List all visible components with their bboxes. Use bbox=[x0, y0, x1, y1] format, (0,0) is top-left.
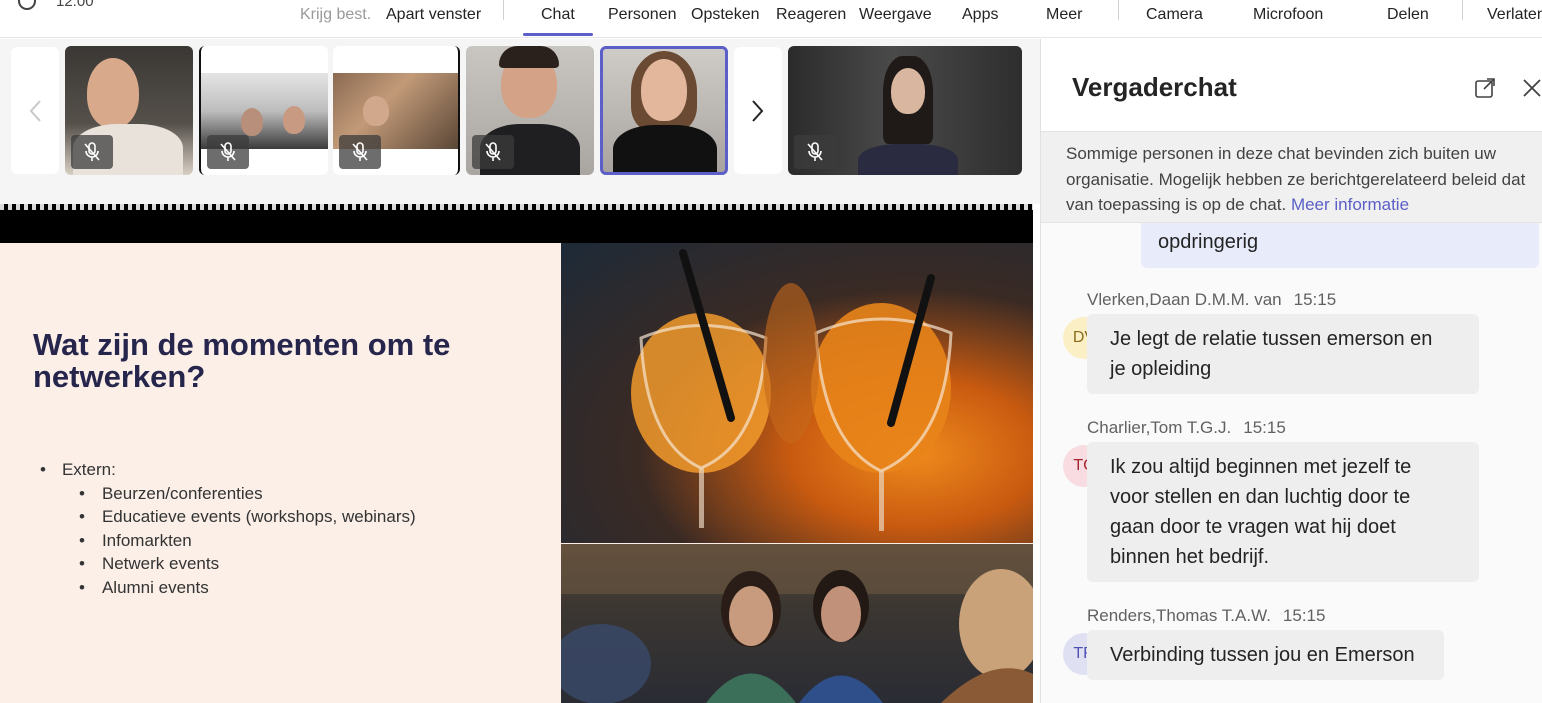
message-line: gaan door te vragen wat hij doet bbox=[1110, 516, 1396, 538]
bullet-item: Netwerk events bbox=[40, 552, 416, 576]
participant-video bbox=[891, 68, 925, 114]
chat-title: Vergaderchat bbox=[1072, 72, 1237, 102]
meeting-toolbar: 12:00 Krijg best. Apart venster Chat Per… bbox=[0, 0, 1542, 38]
slide-photo-drinks bbox=[561, 243, 1033, 543]
chat-header: Vergaderchat bbox=[1041, 39, 1542, 131]
close-chat-button[interactable] bbox=[1520, 76, 1542, 100]
message-line: je opleiding bbox=[1110, 358, 1212, 380]
view-button[interactable]: Weergave bbox=[859, 6, 932, 24]
previous-participants-button[interactable] bbox=[11, 47, 59, 174]
timer-text: 12:00 bbox=[56, 0, 94, 10]
message-line: voor stellen en dan luchtig door te bbox=[1110, 486, 1411, 508]
own-message-bubble[interactable]: opdringerig bbox=[1141, 223, 1539, 268]
toolbar-divider bbox=[1118, 0, 1119, 20]
next-participants-button[interactable] bbox=[734, 47, 782, 174]
separate-window-button[interactable]: Apart venster bbox=[386, 6, 481, 24]
slide-bullet-list: Extern: Beurzen/conferenties Educatieve … bbox=[40, 458, 416, 599]
participant-tile[interactable] bbox=[199, 46, 328, 175]
mic-off-indicator bbox=[794, 135, 836, 169]
apps-button[interactable]: Apps bbox=[962, 6, 998, 24]
participant-video bbox=[87, 58, 139, 128]
participant-tile[interactable] bbox=[788, 46, 1022, 175]
bullet-item: Alumni events bbox=[40, 576, 416, 600]
slide-photo-networking bbox=[561, 544, 1033, 703]
mic-off-icon bbox=[485, 142, 501, 161]
message-line: binnen het bedrijf. bbox=[1110, 546, 1270, 568]
raise-hand-button[interactable]: Opsteken bbox=[691, 6, 759, 24]
close-icon bbox=[1523, 79, 1541, 97]
pop-out-button[interactable] bbox=[1473, 76, 1497, 100]
video-strip bbox=[0, 39, 1040, 204]
people-button[interactable]: Personen bbox=[608, 6, 677, 24]
toolbar-divider bbox=[503, 0, 504, 20]
message-time: 15:15 bbox=[1243, 418, 1286, 437]
microphone-button[interactable]: Microfoon bbox=[1253, 6, 1323, 24]
message-line: Je legt de relatie tussen emerson en bbox=[1110, 328, 1433, 350]
chevron-left-icon bbox=[29, 99, 41, 122]
bullet-item: Infomarkten bbox=[40, 529, 416, 553]
message-line: Ik zou altijd beginnen met jezelf te bbox=[1110, 456, 1412, 478]
bullet-item: Beurzen/conferenties bbox=[40, 482, 416, 506]
more-info-link[interactable]: Meer informatie bbox=[1291, 195, 1409, 214]
participant-tile-active-speaker[interactable] bbox=[600, 46, 728, 175]
sender-name: Vlerken,Daan D.M.M. van bbox=[1087, 290, 1282, 309]
pop-out-icon bbox=[1475, 78, 1495, 98]
mic-off-icon bbox=[807, 142, 823, 161]
meeting-chat-panel: Vergaderchat Sommige personen in deze ch… bbox=[1040, 39, 1542, 703]
mic-off-indicator bbox=[339, 135, 381, 169]
leave-button[interactable]: Verlaten bbox=[1487, 6, 1542, 24]
own-message-text: opdringerig bbox=[1158, 231, 1259, 253]
bullet-item: Educatieve events (workshops, webinars) bbox=[40, 505, 416, 529]
toolbar-divider bbox=[1462, 0, 1463, 20]
sender-name: Charlier,Tom T.G.J. bbox=[1087, 418, 1232, 437]
bullet-heading: Extern: bbox=[40, 458, 416, 482]
participant-tile[interactable] bbox=[466, 46, 594, 175]
more-button[interactable]: Meer bbox=[1046, 6, 1082, 24]
meeting-timer: 12:00 bbox=[18, 0, 94, 10]
external-users-notice: Sommige personen in deze chat bevinden z… bbox=[1041, 131, 1542, 223]
message-bubble[interactable]: Ik zou altijd beginnen met jezelf te voo… bbox=[1087, 442, 1479, 582]
message-header: Charlier,Tom T.G.J. 15:15 bbox=[1087, 418, 1286, 438]
get-best-button[interactable]: Krijg best. bbox=[300, 6, 371, 24]
participant-tile[interactable] bbox=[65, 46, 193, 175]
camera-button[interactable]: Camera bbox=[1146, 6, 1203, 24]
slide-header-band bbox=[0, 204, 1033, 244]
tab-chat[interactable]: Chat bbox=[541, 6, 575, 24]
mic-off-indicator bbox=[207, 135, 249, 169]
mic-off-icon bbox=[84, 142, 100, 161]
slide-border-pattern bbox=[0, 204, 1033, 210]
sender-name: Renders,Thomas T.A.W. bbox=[1087, 606, 1271, 625]
message-bubble[interactable]: Je legt de relatie tussen emerson en je … bbox=[1087, 314, 1479, 394]
message-header: Vlerken,Daan D.M.M. van 15:15 bbox=[1087, 290, 1336, 310]
message-time: 15:15 bbox=[1282, 606, 1326, 625]
message-time: 15:15 bbox=[1293, 290, 1337, 309]
shield-icon bbox=[18, 0, 36, 10]
active-tab-indicator bbox=[523, 33, 593, 36]
slide-title: Wat zijn de momenten om te netwerken? bbox=[33, 327, 451, 394]
message-header: Renders,Thomas T.A.W. 15:15 bbox=[1087, 606, 1325, 626]
react-button[interactable]: Reageren bbox=[776, 6, 846, 24]
participant-tile[interactable] bbox=[333, 46, 460, 175]
participant-video bbox=[641, 59, 687, 121]
mic-off-icon bbox=[352, 142, 368, 161]
share-button[interactable]: Delen bbox=[1387, 6, 1429, 24]
message-bubble[interactable]: Verbinding tussen jou en Emerson bbox=[1087, 630, 1444, 680]
chevron-right-icon bbox=[752, 99, 764, 122]
mic-off-indicator bbox=[71, 135, 113, 169]
mic-off-icon bbox=[220, 142, 236, 161]
message-line: Verbinding tussen jou en Emerson bbox=[1110, 644, 1415, 666]
panel-gutter bbox=[1033, 204, 1040, 703]
mic-off-indicator bbox=[472, 135, 514, 169]
